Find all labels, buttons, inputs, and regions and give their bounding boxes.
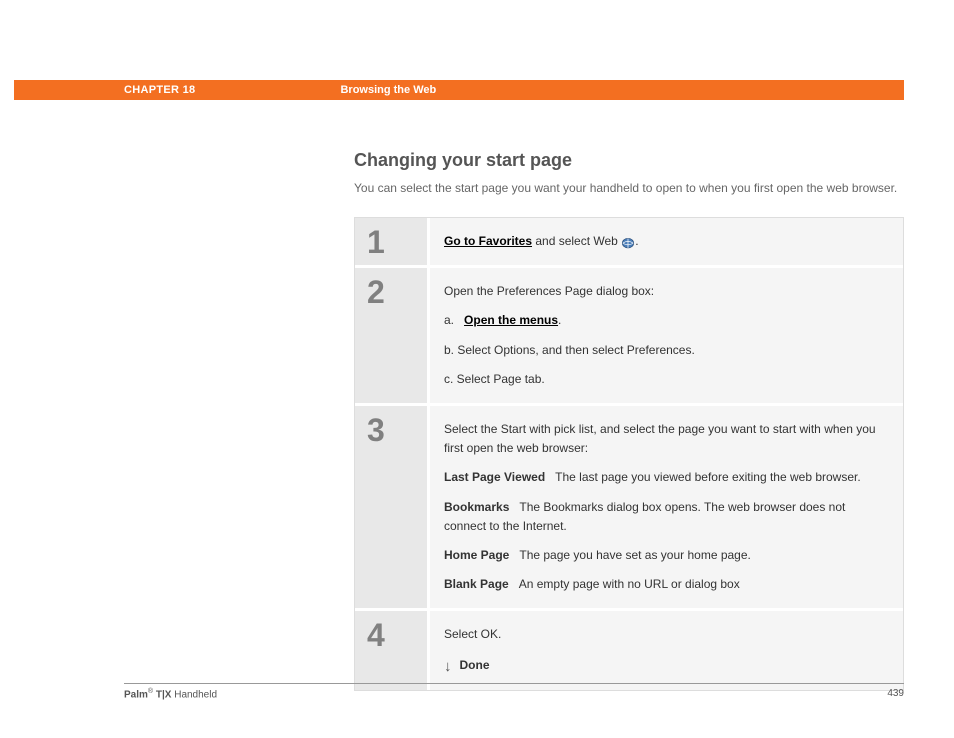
open-menus-link[interactable]: Open the menus (464, 313, 558, 327)
step-row: 1 Go to Favorites and select Web . (355, 218, 903, 268)
substep: c. Select Page tab. (444, 370, 887, 389)
page-footer: Palm® T|X Handheld 439 (124, 683, 904, 700)
step-number: 1 (355, 218, 427, 265)
step-row: 3 Select the Start with pick list, and s… (355, 406, 903, 611)
step-row: 2 Open the Preferences Page dialog box: … (355, 268, 903, 406)
footer-product: Palm® T|X Handheld (124, 688, 217, 700)
breadcrumb: Browsing the Web (340, 84, 436, 96)
favorites-link[interactable]: Go to Favorites (444, 234, 532, 248)
substep: a. Open the menus. (444, 311, 887, 330)
step-text: Go to Favorites and select Web . (444, 232, 887, 251)
option-row: Blank Page An empty page with no URL or … (444, 575, 887, 594)
step-number: 3 (355, 406, 427, 608)
section-intro: You can select the start page you want y… (354, 179, 904, 197)
chapter-header: CHAPTER 18 Browsing the Web (0, 80, 954, 100)
option-row: Last Page Viewed The last page you viewe… (444, 468, 887, 487)
done-label: Done (460, 656, 490, 675)
steps-container: 1 Go to Favorites and select Web . 2 Ope… (354, 217, 904, 691)
chapter-label: CHAPTER 18 (124, 84, 195, 96)
step-lead: Select the Start with pick list, and sel… (444, 420, 887, 458)
section-title: Changing your start page (354, 150, 904, 171)
substep: b. Select Options, and then select Prefe… (444, 341, 887, 360)
step-text: Select OK. (444, 625, 887, 644)
done-arrow-icon: ↓ (444, 659, 452, 674)
step-number: 2 (355, 268, 427, 403)
page-number: 439 (887, 688, 904, 700)
option-row: Bookmarks The Bookmarks dialog box opens… (444, 498, 887, 536)
step-row: 4 Select OK. ↓ Done (355, 611, 903, 689)
step-number: 4 (355, 611, 427, 689)
step-lead: Open the Preferences Page dialog box: (444, 282, 887, 301)
done-indicator: ↓ Done (444, 656, 887, 675)
web-icon (621, 236, 635, 248)
option-row: Home Page The page you have set as your … (444, 546, 887, 565)
